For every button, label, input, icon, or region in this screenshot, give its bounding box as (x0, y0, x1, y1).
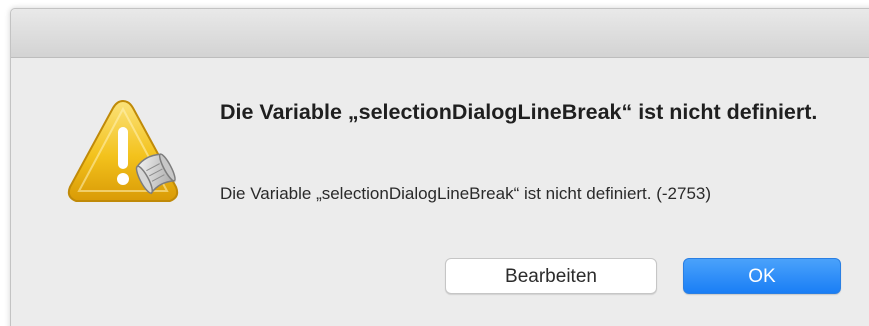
alert-dialog: Die Variable „selectionDialogLineBreak“ … (10, 8, 869, 326)
alert-title: Die Variable „selectionDialogLineBreak“ … (220, 100, 818, 124)
dialog-titlebar[interactable] (11, 9, 869, 58)
warning-script-icon (63, 95, 183, 215)
edit-button[interactable]: Bearbeiten (445, 258, 657, 294)
alert-message: Die Variable „selectionDialogLineBreak“ … (220, 184, 712, 203)
ok-button[interactable]: OK (683, 258, 841, 294)
screen: Die Variable „selectionDialogLineBreak“ … (0, 0, 869, 326)
